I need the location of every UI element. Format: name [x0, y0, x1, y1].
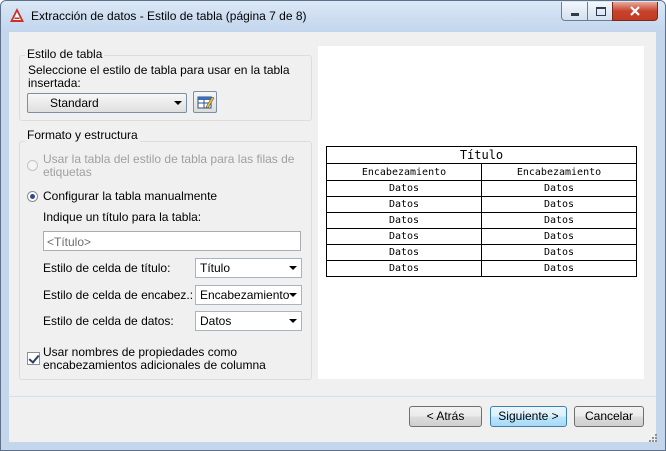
minimize-button[interactable]: [561, 2, 589, 21]
window-title: Extracción de datos - Estilo de tabla (p…: [31, 9, 307, 23]
preview-data-cell: Datos: [481, 244, 637, 261]
table-style-dropdown-value: Standard: [50, 96, 99, 110]
title-cell-style-label: Estilo de celda de título:: [43, 261, 171, 275]
data-cell-style-dropdown[interactable]: Datos: [195, 311, 302, 331]
resize-grip-icon[interactable]: [648, 433, 658, 443]
maximize-button[interactable]: [587, 2, 614, 21]
preview-data-cell: Datos: [481, 260, 637, 277]
preview-data-row: Datos Datos: [326, 180, 637, 197]
chevron-down-icon: [289, 293, 297, 297]
table-style-group-label: Estilo de tabla: [25, 47, 105, 61]
title-cell-style-value: Título: [200, 261, 231, 275]
table-preview-panel: Título Encabezamiento Encabezamiento Dat…: [318, 46, 644, 379]
preview-data-cell: Datos: [481, 180, 637, 197]
use-property-names-checkbox[interactable]: [27, 352, 40, 365]
button-separator: [8, 396, 656, 397]
preview-header-cell: Encabezamiento: [481, 163, 637, 181]
preview-title-cell: Título: [326, 146, 637, 164]
preview-data-cell: Datos: [481, 228, 637, 245]
use-style-rows-radio[interactable]: [27, 160, 38, 171]
preview-data-cell: Datos: [326, 228, 482, 245]
preview-data-row: Datos Datos: [326, 196, 637, 213]
table-style-description: Seleccione el estilo de tabla para usar …: [28, 63, 290, 90]
minimize-icon: [571, 12, 579, 16]
header-cell-style-value: Encabezamiento: [200, 288, 290, 302]
close-icon: [630, 6, 640, 16]
preview-data-cell: Datos: [326, 212, 482, 229]
header-cell-style-label: Estilo de celda de encabez.:: [43, 288, 194, 302]
preview-data-cell: Datos: [326, 196, 482, 213]
data-cell-style-value: Datos: [200, 314, 232, 328]
preview-data-cell: Datos: [326, 244, 482, 261]
preview-table: Título Encabezamiento Encabezamiento Dat…: [326, 146, 637, 277]
preview-data-cell: Datos: [326, 180, 482, 197]
table-style-edit-icon: [197, 96, 215, 109]
manual-config-radio[interactable]: [27, 191, 38, 202]
chevron-down-icon: [174, 101, 182, 105]
preview-data-cell: Datos: [481, 212, 637, 229]
radio-selected-dot: [30, 194, 35, 199]
table-title-placeholder: <Título>: [47, 235, 92, 249]
data-cell-style-label: Estilo de celda de datos:: [43, 314, 174, 328]
back-button[interactable]: < Atrás: [409, 406, 482, 427]
preview-data-row: Datos Datos: [326, 228, 637, 245]
use-style-rows-label: Usar la tabla del estilo de tabla para l…: [43, 152, 295, 179]
table-title-input[interactable]: <Título>: [43, 231, 301, 251]
header-cell-style-dropdown[interactable]: Encabezamiento: [195, 285, 302, 305]
preview-header-cell: Encabezamiento: [326, 163, 482, 181]
autocad-app-icon: [10, 8, 24, 22]
table-style-edit-button[interactable]: [193, 91, 217, 113]
next-button[interactable]: Siguiente >: [490, 406, 567, 427]
title-prompt-label: Indique un título para la tabla:: [43, 210, 202, 224]
preview-data-cell: Datos: [326, 260, 482, 277]
checkmark-icon: [28, 352, 40, 364]
format-structure-group-label: Formato y estructura: [25, 128, 140, 142]
table-style-dropdown[interactable]: Standard: [27, 93, 187, 113]
preview-data-row: Datos Datos: [326, 260, 637, 277]
cancel-button[interactable]: Cancelar: [574, 406, 644, 427]
maximize-icon: [595, 6, 606, 16]
close-button[interactable]: [612, 2, 658, 21]
preview-data-row: Datos Datos: [326, 212, 637, 229]
preview-data-row: Datos Datos: [326, 244, 637, 261]
chevron-down-icon: [289, 319, 297, 323]
use-property-names-label: Usar nombres de propiedades como encabez…: [43, 345, 266, 372]
preview-data-cell: Datos: [481, 196, 637, 213]
chevron-down-icon: [289, 266, 297, 270]
manual-config-label: Configurar la tabla manualmente: [43, 189, 218, 203]
title-cell-style-dropdown[interactable]: Título: [195, 258, 302, 278]
title-bar[interactable]: Extracción de datos - Estilo de tabla (p…: [1, 1, 665, 31]
